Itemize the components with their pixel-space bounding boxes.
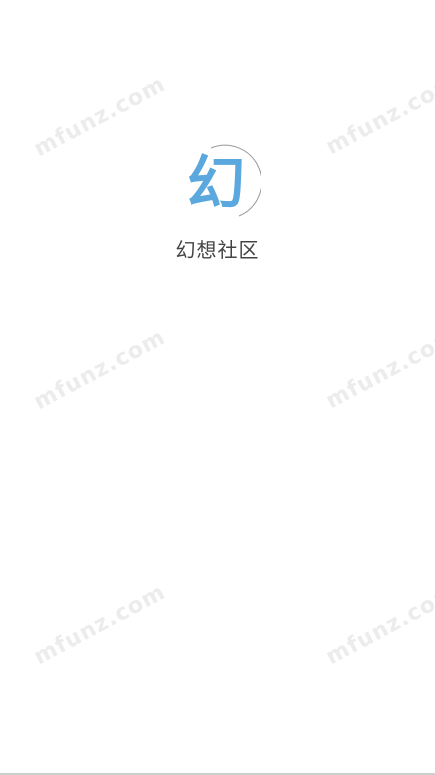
watermark: mfunz.com [30,324,170,416]
watermark: mfunz.com [30,579,170,671]
watermark: mfunz.com [30,71,170,163]
watermark: mfunz.com [322,69,435,161]
app-name: 幻想社区 [175,238,260,262]
watermark: mfunz.com [322,579,435,671]
app-logo: 幻 [183,144,261,222]
logo-character: 幻 [186,149,245,217]
splash-screen: mfunz.com mfunz.com mfunz.com mfunz.com … [0,0,435,775]
watermark: mfunz.com [322,323,435,415]
